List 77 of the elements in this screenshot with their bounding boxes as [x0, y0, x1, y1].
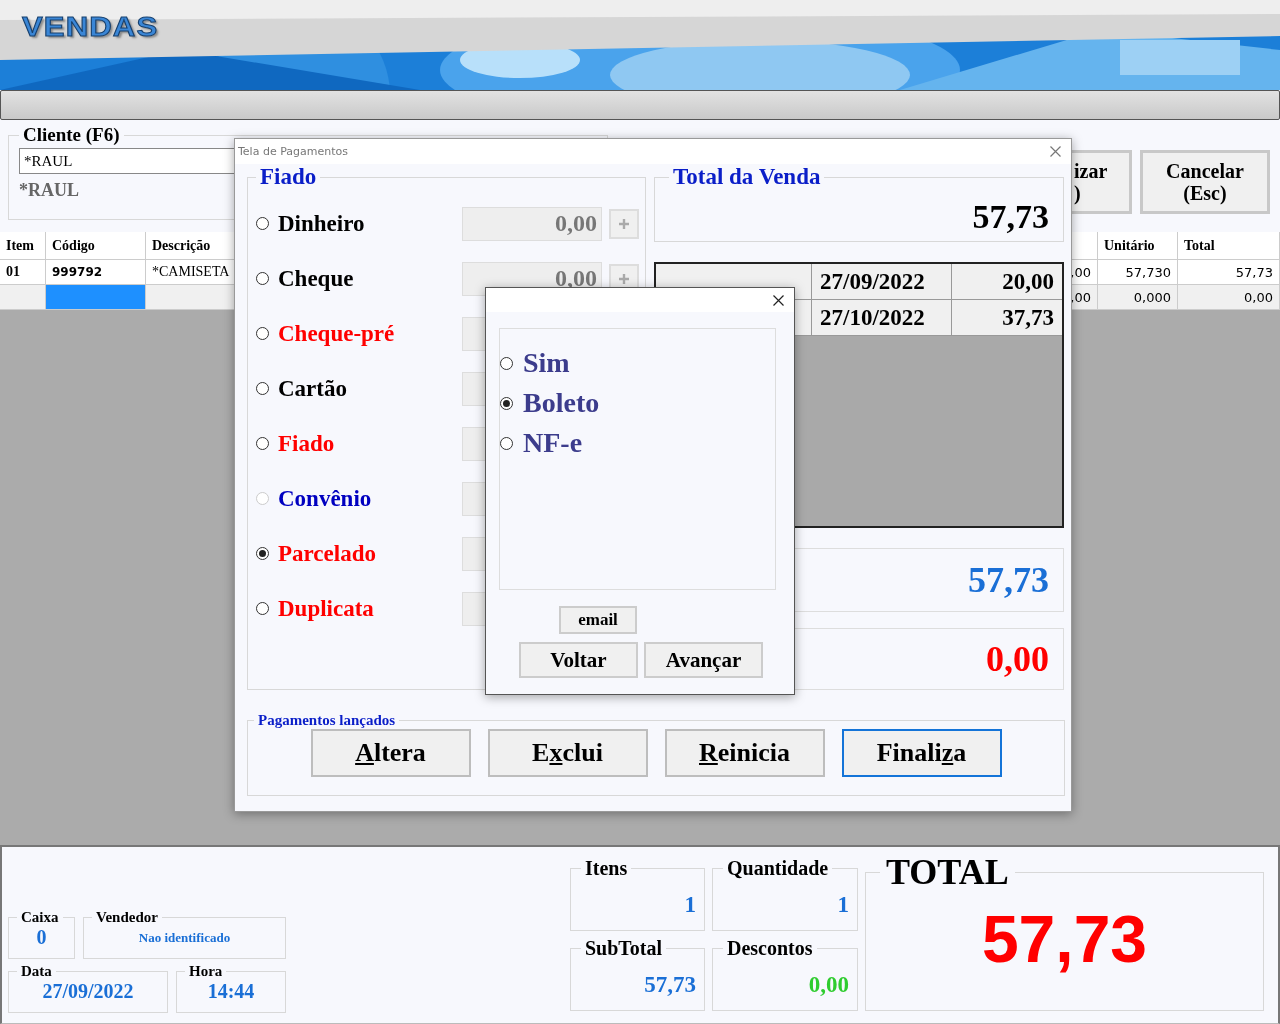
method-label[interactable]: Cartão [278, 375, 454, 402]
table-cell: 01 [6, 264, 20, 280]
method-label[interactable]: Fiado [278, 430, 454, 457]
table-cell: 57,730 [1125, 264, 1171, 280]
table-cell: 37,73 [1002, 304, 1054, 331]
action-button[interactable]: Finaliza [841, 729, 1002, 777]
paid-value: 57,73 [968, 559, 1049, 601]
radio-button[interactable] [256, 602, 269, 615]
action-button[interactable]: Altera [310, 729, 471, 777]
sale-total-value: 57,73 [971, 198, 1049, 236]
table-cell: 999792 [52, 265, 103, 279]
column-header: Item [6, 237, 34, 254]
table-cell: 27/09/2022 [820, 268, 925, 295]
table-cell: ,00 [1070, 289, 1091, 305]
method-label[interactable]: Cheque [278, 265, 454, 292]
plus-icon [618, 272, 630, 285]
table-cell: 20,00 [1002, 268, 1054, 295]
amount-field[interactable]: 0,00 [462, 206, 602, 241]
table-cell: 27/10/2022 [820, 304, 925, 331]
descontos-value: 0,00 [807, 972, 849, 998]
method-label[interactable]: Parcelado [278, 540, 454, 567]
radio-button[interactable] [256, 437, 269, 450]
column-header: Total [1184, 237, 1215, 254]
hora-label: Hora [188, 963, 224, 980]
itens-label: Itens [584, 857, 629, 880]
radio-button[interactable] [256, 547, 269, 560]
email-button[interactable]: email [559, 606, 637, 634]
column-header: Unitário [1104, 237, 1155, 254]
client-name: *RAUL [19, 180, 80, 201]
radio-button[interactable] [500, 356, 513, 370]
option-label[interactable]: Sim [523, 347, 570, 379]
radio-button[interactable] [256, 327, 269, 340]
column-header: Descrição [152, 237, 211, 254]
descontos-label: Descontos [726, 937, 814, 960]
method-label[interactable]: Dinheiro [278, 210, 454, 237]
app-title: VENDAS [22, 12, 159, 43]
plus-icon [618, 217, 630, 230]
close-icon[interactable] [773, 294, 784, 306]
remaining-value: 0,00 [986, 638, 1049, 680]
total-label: TOTAL [885, 851, 1010, 893]
method-label[interactable]: Duplicata [278, 595, 454, 622]
radio-button[interactable] [256, 272, 269, 285]
launched-legend: Pagamentos lançados [254, 712, 400, 729]
quantidade-value: 1 [836, 892, 849, 918]
client-legend: Cliente (F6) [19, 124, 124, 146]
table-cell: *CAMISETA [152, 264, 230, 280]
radio-button[interactable] [256, 217, 269, 230]
itens-value: 1 [683, 892, 696, 918]
vendedor-label: Vendedor [95, 909, 159, 926]
vendedor-value: Nao identificado [137, 930, 232, 946]
dialog-button[interactable]: Voltar [519, 642, 638, 678]
caixa-label: Caixa [20, 909, 60, 926]
data-label: Data [20, 963, 53, 980]
table-cell: 0,00 [1244, 289, 1273, 305]
table-cell: 57,73 [1235, 264, 1273, 280]
total-value: 57,73 [980, 901, 1149, 977]
total-legend: Total da Venda [669, 164, 825, 190]
table-cell: 0,000 [1133, 289, 1171, 305]
action-button[interactable]: Exclui [487, 729, 648, 777]
radio-button[interactable] [500, 436, 513, 450]
dialog-button[interactable]: Avançar [644, 642, 763, 678]
caixa-value: 0 [35, 926, 48, 949]
window-title: Tela de Pagamentos [238, 145, 348, 158]
column-header: Código [52, 237, 95, 254]
quantidade-label: Quantidade [726, 857, 830, 880]
time-value: 14:44 [206, 980, 256, 1003]
method-label[interactable]: Cheque-pré [278, 320, 454, 347]
action-button[interactable]: Cancelar (Esc) [1140, 150, 1270, 214]
option-label[interactable]: NF-e [523, 427, 583, 459]
radio-button[interactable] [500, 396, 513, 410]
table-cell: ,00 [1070, 264, 1091, 280]
option-label[interactable]: Boleto [523, 387, 600, 419]
subtotal-value: 57,73 [643, 972, 696, 998]
radio-button[interactable] [256, 382, 269, 395]
subtotal-label: SubTotal [584, 937, 664, 960]
action-button[interactable]: Reinicia [664, 729, 825, 777]
date-value: 27/09/2022 [41, 980, 135, 1003]
